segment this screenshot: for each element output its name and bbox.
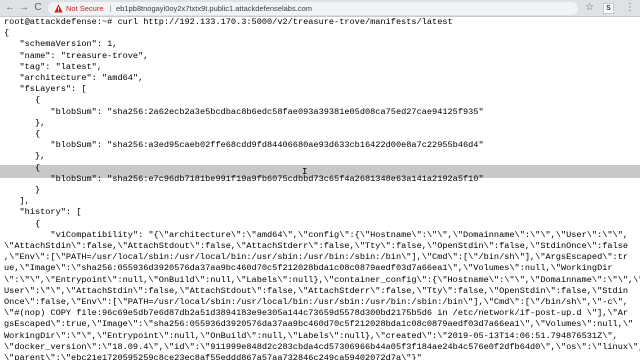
terminal-output[interactable]: root@attackdefense:~# curl http://192.13… (0, 17, 640, 360)
terminal-line: root@attackdefense:~# curl http://192.13… (4, 17, 453, 27)
terminal-line: \"parent\":\"ebc21e1720595259c8ce23ec8af… (4, 353, 422, 360)
address-separator (110, 5, 111, 12)
reload-button[interactable]: C (32, 2, 44, 14)
terminal-line: "blobSum": "sha256:e7c96db7181be991f19a9… (4, 173, 484, 184)
warning-icon (54, 4, 63, 13)
terminal-line: { (4, 162, 41, 173)
security-label[interactable]: Not Secure (66, 2, 104, 15)
terminal-line: User\":\"\",\"AttachStdin\":false,\"Atta… (4, 285, 629, 296)
terminal-line: \"AttachStdin\":false,\"AttachStdout\":f… (4, 241, 629, 251)
terminal-line: "v1Compatibility": "{\"architecture\":\"… (4, 229, 629, 240)
terminal-line: { (4, 129, 41, 139)
terminal-line: { (4, 218, 41, 229)
terminal-line: WorkingDir\":\"\",\"Entrypoint\":null,\"… (4, 330, 618, 341)
terminal-line: } (4, 185, 41, 195)
terminal-line: { (4, 95, 41, 106)
terminal-line: "name": "treasure-trove", (4, 50, 149, 61)
terminal-line: "blobSum": "sha256:a3ed95caeb02ffe68cdd9… (4, 140, 484, 151)
terminal-line: "fsLayers": [ (4, 84, 87, 95)
terminal-line: \":\"\",\"Entrypoint\":null,\"OnBuild\":… (4, 274, 640, 285)
terminal-line: ue,\"Image\":\"sha256:055936d3920576da37… (4, 263, 613, 274)
terminal-line: "history": [ (4, 207, 82, 218)
url-text[interactable]: eb1pb8tnogayi0oy2x7txtx9t.public1.attack… (116, 2, 312, 15)
terminal-line: \"#(nop) COPY file:96c69e5db7e6d87db2a51… (4, 308, 629, 319)
terminal-line: gsEscaped\":true,\"Image\":\"sha256:0559… (4, 319, 634, 330)
menu-icon[interactable]: ⋮ (625, 2, 635, 14)
extension-icon[interactable]: S (603, 3, 614, 14)
terminal-line: "architecture": "amd64", (4, 73, 144, 83)
bookmark-star-icon[interactable]: ☆ (585, 2, 594, 14)
terminal-line: "schemaVersion": 1, (4, 39, 118, 50)
terminal-line: \"docker_version\":\"18.09.4\",\"id\":\"… (4, 341, 640, 352)
terminal-line: { (4, 28, 10, 39)
terminal-line: ,\"Env\":[\"PATH=/usr/local/sbin:/usr/lo… (4, 252, 629, 263)
terminal-line: }, (4, 151, 46, 162)
back-button[interactable]: ← (4, 2, 16, 14)
forward-button[interactable]: → (18, 2, 30, 14)
terminal-line: ], (4, 196, 30, 207)
terminal-line: "blobSum": "sha256:2a62ecb2a3e5bcdbac8b6… (4, 106, 484, 117)
terminal-line: }, (4, 117, 46, 128)
terminal-line: "tag": "latest", (4, 61, 102, 72)
browser-toolbar: ← → C Not Secure eb1pb8tnogayi0oy2x7txtx… (0, 0, 640, 17)
text-cursor-icon: I (302, 167, 308, 177)
terminal-line: Once\":false,\"Env\":[\"PATH=/usr/local/… (4, 297, 629, 307)
address-bar[interactable]: Not Secure eb1pb8tnogayi0oy2x7txtx9t.pub… (48, 2, 578, 15)
